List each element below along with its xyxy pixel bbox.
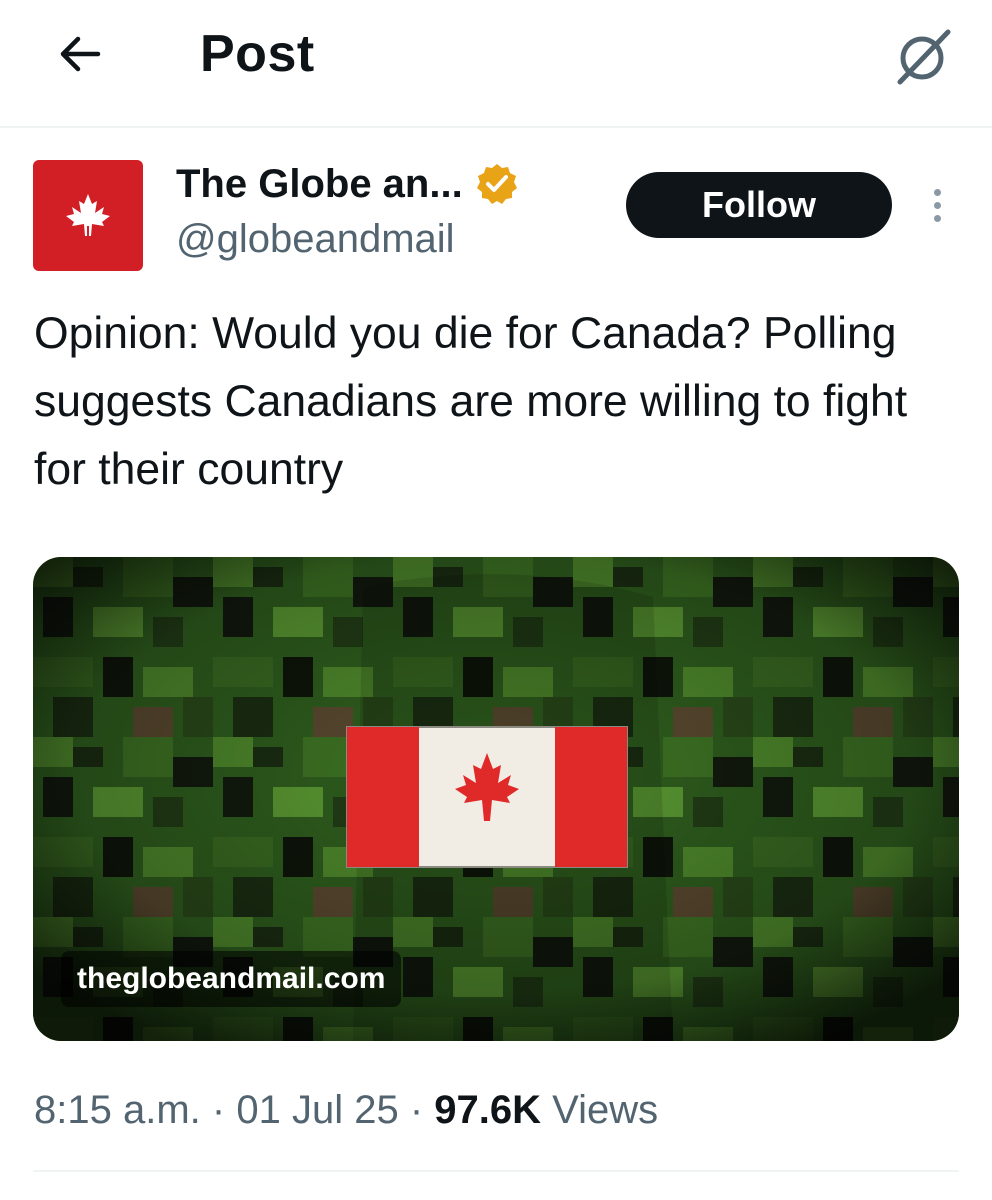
canadian-flag-patch [346,726,628,868]
meta-separator: · [211,1088,226,1132]
grok-button[interactable] [888,20,960,92]
follow-button[interactable]: Follow [626,172,892,238]
author-display-name[interactable]: The Globe an... [176,160,463,208]
post-date[interactable]: 01 Jul 25 [236,1088,398,1132]
meta-separator: · [409,1088,424,1132]
more-vertical-icon [933,188,941,196]
back-button[interactable] [52,26,108,82]
tweet-text: Opinion: Would you die for Canada? Polli… [34,309,908,494]
author-avatar[interactable] [33,160,143,271]
maple-leaf-icon [66,193,110,236]
post-time[interactable]: 8:15 a.m. [34,1088,201,1132]
views-label: Views [552,1088,659,1132]
link-card[interactable]: theglobeandmail.com [33,557,959,1041]
author-handle[interactable]: @globeandmail [176,214,455,264]
grok-icon [897,29,951,85]
card-domain-label: theglobeandmail.com [61,951,402,1007]
page-title: Post [200,25,315,83]
author-name-row: The Globe an... [176,160,519,208]
verified-badge-icon[interactable] [475,162,519,206]
views-count: 97.6K [434,1088,542,1132]
arrow-left-icon [60,36,101,72]
top-app-bar: Post [0,0,992,128]
more-options-button[interactable] [922,180,952,230]
divider [33,1170,959,1172]
post-meta: 8:15 a.m. · 01 Jul 25 · 97.6K Views [34,1082,658,1138]
